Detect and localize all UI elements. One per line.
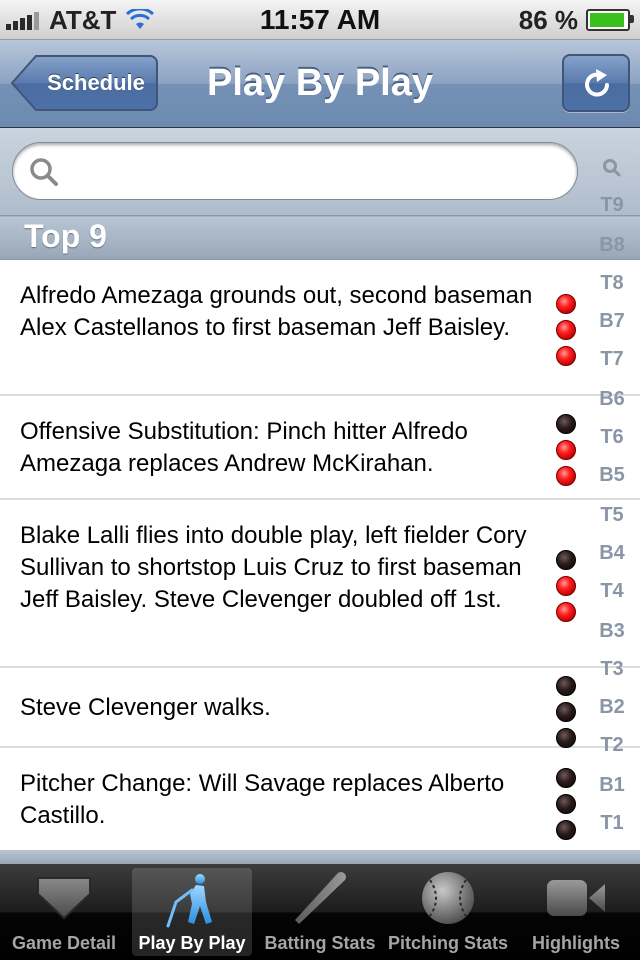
index-item[interactable]: B1	[584, 774, 640, 797]
navigation-bar: Schedule Play By Play	[0, 40, 640, 128]
tab-pitching-stats[interactable]: Pitching Stats	[384, 864, 512, 960]
tab-bar: Game Detail Play By Play Batting Stats P…	[0, 864, 640, 960]
play-text: Offensive Substitution: Pinch hitter Alf…	[20, 418, 468, 477]
out-dot	[556, 702, 576, 722]
baseball-icon	[384, 870, 512, 926]
outs-indicator	[556, 550, 576, 628]
out-dot	[556, 676, 576, 696]
index-item[interactable]: B4	[584, 542, 640, 565]
out-dot	[556, 346, 576, 366]
index-item[interactable]: T3	[584, 658, 640, 681]
tab-label: Play By Play	[138, 933, 246, 953]
tab-label: Batting Stats	[264, 933, 376, 953]
refresh-icon	[585, 69, 609, 97]
index-item[interactable]: T5	[584, 504, 640, 527]
out-dot	[556, 294, 576, 314]
section-title: Top 9	[24, 218, 107, 254]
out-dot	[556, 602, 576, 622]
out-dot	[556, 466, 576, 486]
tab-highlights[interactable]: Highlights	[512, 864, 640, 960]
batter-icon	[132, 874, 252, 930]
index-item[interactable]: T4	[584, 580, 640, 603]
section-header: Top 9	[0, 216, 640, 260]
out-dot	[556, 768, 576, 788]
refresh-button[interactable]	[562, 54, 630, 112]
video-camera-icon	[512, 870, 640, 926]
play-list: Alfredo Amezaga grounds out, second base…	[0, 260, 640, 852]
index-item[interactable]: B2	[584, 696, 640, 719]
play-text: Blake Lalli flies into double play, left…	[20, 522, 527, 613]
status-right: 86 %	[518, 4, 634, 35]
bat-icon	[256, 870, 384, 926]
out-dot	[556, 440, 576, 460]
play-row[interactable]: Steve Clevenger walks.	[0, 668, 640, 748]
tab-label: Pitching Stats	[387, 933, 508, 953]
index-item[interactable]: B7	[584, 310, 640, 333]
index-item[interactable]: T9	[584, 194, 640, 217]
outs-indicator	[556, 768, 576, 846]
index-item[interactable]: B5	[584, 464, 640, 487]
page-title: Play By Play	[206, 62, 434, 104]
index-item[interactable]: T8	[584, 272, 640, 295]
out-dot	[556, 794, 576, 814]
outs-indicator	[556, 294, 576, 372]
schedule-back-button[interactable]: Schedule	[10, 54, 158, 112]
index-item[interactable]: T7	[584, 348, 640, 371]
out-dot	[556, 550, 576, 570]
tab-label: Highlights	[532, 933, 620, 953]
tab-game-detail[interactable]: Game Detail	[0, 864, 128, 960]
out-dot	[556, 728, 576, 748]
play-row[interactable]: Pitcher Change: Will Savage replaces Alb…	[0, 748, 640, 852]
play-text: Alfredo Amezaga grounds out, second base…	[20, 282, 533, 341]
play-row[interactable]: Alfredo Amezaga grounds out, second base…	[0, 260, 640, 396]
play-text: Pitcher Change: Will Savage replaces Alb…	[20, 770, 505, 829]
out-dot	[556, 576, 576, 596]
outs-indicator	[556, 676, 576, 754]
search-field[interactable]	[12, 142, 578, 200]
tab-play-by-play[interactable]: Play By Play	[132, 868, 252, 956]
battery-percent: 86 %	[518, 4, 578, 35]
out-dot	[556, 820, 576, 840]
battery-icon	[586, 9, 634, 31]
index-item[interactable]: B3	[584, 620, 640, 643]
index-search-icon[interactable]	[584, 158, 640, 183]
search-icon	[30, 158, 58, 186]
next-section-header	[0, 850, 640, 864]
search-input[interactable]	[73, 151, 557, 193]
tab-batting-stats[interactable]: Batting Stats	[256, 864, 384, 960]
index-item[interactable]: B8	[584, 234, 640, 257]
status-bar: AT&T 11:57 AM 86 %	[0, 0, 640, 40]
out-dot	[556, 414, 576, 434]
home-plate-icon	[0, 870, 128, 926]
back-button-label: Schedule	[47, 70, 145, 95]
index-item[interactable]: T6	[584, 426, 640, 449]
play-text: Steve Clevenger walks.	[20, 694, 271, 721]
section-index[interactable]: T9 B8 T8 B7 T7 B6 T6 B5 T5 B4 T4 B3 T3 B…	[584, 150, 640, 840]
index-item[interactable]: T2	[584, 734, 640, 757]
tab-label: Game Detail	[11, 933, 117, 953]
index-item[interactable]: B6	[584, 388, 640, 411]
play-row[interactable]: Blake Lalli flies into double play, left…	[0, 500, 640, 668]
index-item[interactable]: T1	[584, 812, 640, 835]
search-bar	[0, 128, 640, 216]
play-row[interactable]: Offensive Substitution: Pinch hitter Alf…	[0, 396, 640, 500]
out-dot	[556, 320, 576, 340]
outs-indicator	[556, 414, 576, 492]
